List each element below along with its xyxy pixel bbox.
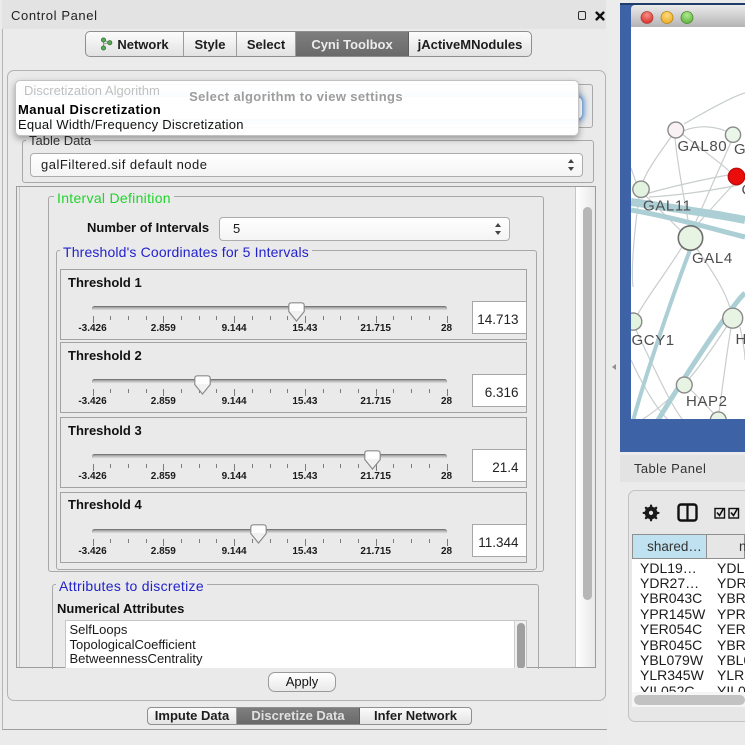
svg-text:GCY1: GCY1 (632, 332, 675, 349)
svg-text:GAL11: GAL11 (643, 198, 692, 215)
svg-text:H: H (736, 331, 745, 348)
svg-text:HAP2: HAP2 (686, 393, 728, 410)
svg-text:C: C (742, 182, 745, 199)
svg-text:GAL4: GAL4 (692, 250, 733, 267)
svg-text:GAL80: GAL80 (678, 138, 728, 155)
svg-text:G.: G. (734, 141, 745, 158)
